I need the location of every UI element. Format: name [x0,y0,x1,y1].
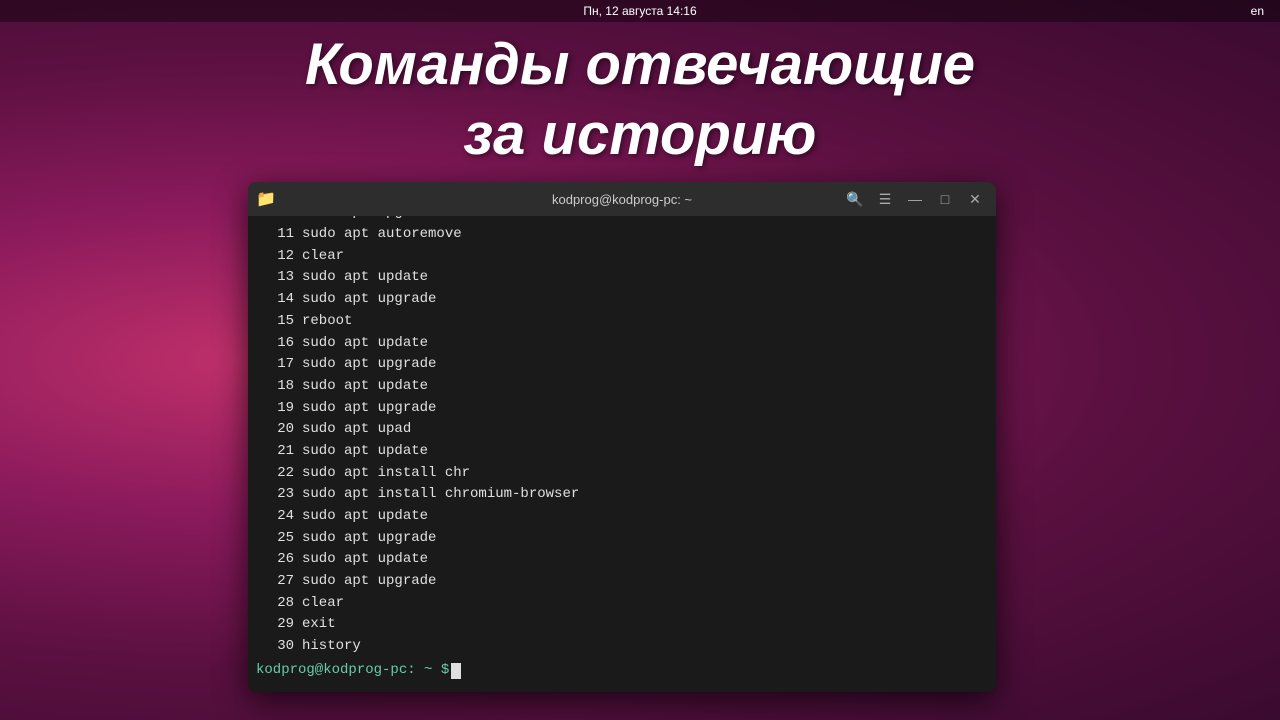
terminal-line: 26 sudo apt update [256,549,996,571]
overlay-title-line2: за историю [0,100,1280,170]
line-number: 29 [256,614,294,636]
terminal-line: 29 exit [256,614,996,636]
line-command: sudo apt autoremove [302,224,462,246]
line-number: 17 [256,354,294,376]
terminal-line: 28 clear [256,593,996,615]
line-command: sudo apt upgrade [302,289,436,311]
line-number: 20 [256,419,294,441]
line-command: sudo apt upgrade [302,216,436,224]
terminal-line: 16 sudo apt update [256,333,996,355]
line-command: sudo apt update [302,376,428,398]
minimize-button[interactable]: — [902,186,928,212]
terminal-line: 24 sudo apt update [256,506,996,528]
maximize-button[interactable]: □ [932,186,958,212]
terminal-line: 22 sudo apt install chr [256,463,996,485]
line-command: sudo apt update [302,333,428,355]
line-command: sudo apt update [302,506,428,528]
search-button[interactable]: 🔍 [842,186,868,212]
terminal-line: 25 sudo apt upgrade [256,528,996,550]
line-number: 19 [256,398,294,420]
terminal-body: 8sudo apt upgrade9sudo apt update10sudo … [248,216,996,692]
terminal-content[interactable]: 8sudo apt upgrade9sudo apt update10sudo … [248,216,996,692]
line-number: 18 [256,376,294,398]
line-command: reboot [302,311,352,333]
line-command: sudo apt update [302,267,428,289]
line-command: sudo apt upgrade [302,528,436,550]
line-number: 24 [256,506,294,528]
folder-icon: 📁 [256,191,276,208]
line-command: sudo apt upgrade [302,398,436,420]
cursor [451,663,461,679]
taskbar-clock: Пн, 12 августа 14:16 [583,4,696,18]
terminal-line: 14 sudo apt upgrade [256,289,996,311]
line-number: 21 [256,441,294,463]
terminal-titlebar: 📁 kodprog@kodprog-pc: ~ 🔍 ☰ — □ ✕ [248,182,996,216]
line-number: 25 [256,528,294,550]
terminal-line: 21 sudo apt update [256,441,996,463]
line-command: sudo apt install chromium-browser [302,484,579,506]
terminal-window: 📁 kodprog@kodprog-pc: ~ 🔍 ☰ — □ ✕ 8sudo … [248,182,996,692]
terminal-line: 30 history [256,636,996,658]
terminal-title: kodprog@kodprog-pc: ~ [552,192,692,207]
line-number: 16 [256,333,294,355]
line-number: 22 [256,463,294,485]
overlay-title: Команды отвечающие за историю [0,30,1280,169]
terminal-line: 17 sudo apt upgrade [256,354,996,376]
line-command: history [302,636,361,658]
line-number: 10 [256,216,294,224]
line-number: 23 [256,484,294,506]
line-number: 30 [256,636,294,658]
menu-button[interactable]: ☰ [872,186,898,212]
terminal-line: 15 reboot [256,311,996,333]
line-number: 28 [256,593,294,615]
terminal-line: 20 sudo apt upad [256,419,996,441]
line-number: 26 [256,549,294,571]
terminal-line: 13 sudo apt update [256,267,996,289]
terminal-line: 10 sudo apt upgrade [256,216,996,224]
line-command: sudo apt update [302,549,428,571]
line-number: 13 [256,267,294,289]
line-number: 15 [256,311,294,333]
line-number: 27 [256,571,294,593]
terminal-line: 18 sudo apt update [256,376,996,398]
terminal-line: 23 sudo apt install chromium-browser [256,484,996,506]
terminal-line: 27 sudo apt upgrade [256,571,996,593]
line-command: clear [302,246,344,268]
prompt-user: kodprog@kodprog-pc: ~ $ [256,660,449,682]
line-number: 12 [256,246,294,268]
line-command: sudo apt install chr [302,463,470,485]
terminal-line: 11 sudo apt autoremove [256,224,996,246]
terminal-line: 12 clear [256,246,996,268]
titlebar-file-icon: 📁 [256,189,276,209]
close-button[interactable]: ✕ [962,186,988,212]
line-command: sudo apt upad [302,419,411,441]
line-command: clear [302,593,344,615]
taskbar: Пн, 12 августа 14:16 en [0,0,1280,22]
line-command: exit [302,614,336,636]
terminal-line: 19 sudo apt upgrade [256,398,996,420]
line-number: 14 [256,289,294,311]
taskbar-lang: en [1251,4,1264,18]
line-number: 11 [256,224,294,246]
prompt-line: kodprog@kodprog-pc: ~ $ [256,658,996,684]
line-command: sudo apt upgrade [302,354,436,376]
line-command: sudo apt update [302,441,428,463]
overlay-title-line1: Команды отвечающие [0,30,1280,100]
line-command: sudo apt upgrade [302,571,436,593]
titlebar-controls: 🔍 ☰ — □ ✕ [842,186,988,212]
